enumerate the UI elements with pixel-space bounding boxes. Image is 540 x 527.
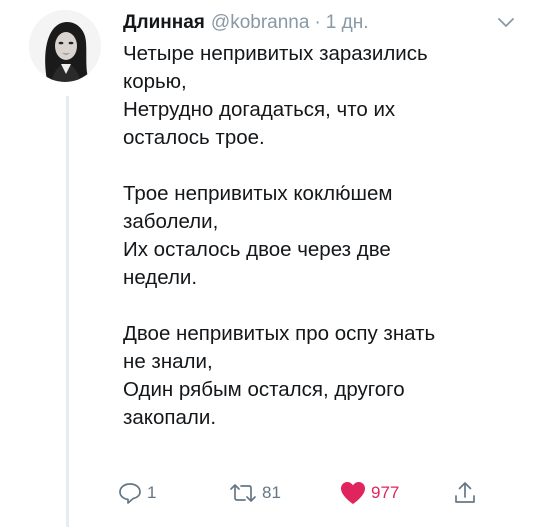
tweet-header: Длинная @kobranna · 1 дн. [123, 12, 368, 34]
retweet-count: 81 [262, 483, 281, 502]
avatar[interactable] [29, 10, 101, 82]
text-line: осталось трое. [123, 126, 265, 149]
thread-connector-line [66, 96, 69, 527]
text-line: Четыре непривитых заразились [123, 42, 428, 65]
text-line: не знали, [123, 350, 213, 373]
user-handle[interactable]: @kobranna [211, 12, 310, 34]
avatar-photo-icon [29, 10, 101, 82]
reply-count: 1 [147, 483, 157, 502]
timestamp[interactable]: 1 дн. [326, 12, 369, 34]
reply-button[interactable]: 1 [117, 478, 156, 508]
text-line: Трое непривитых коклю́шем [123, 182, 393, 205]
share-icon [455, 482, 475, 503]
chevron-down-icon [498, 18, 514, 27]
stanza-1: Четыре непривитых заразились корью, Нетр… [123, 40, 528, 152]
display-name[interactable]: Длинная [123, 12, 205, 34]
like-button[interactable]: 977 [339, 478, 399, 508]
stanza-3: Двое непривитых про оспу знать не знали,… [123, 320, 528, 432]
text-line: закопали. [123, 406, 217, 429]
stanza-2: Трое непривитых коклю́шем заболели, Их о… [123, 180, 528, 292]
like-count: 977 [371, 483, 400, 502]
tweet-menu-button[interactable] [497, 16, 515, 28]
text-line: Один рябым остался, другого [123, 378, 405, 401]
text-line: заболели, [123, 210, 219, 233]
tweet-actions: 1 81 977 [117, 478, 497, 508]
text-line: Двое непривитых про оспу знать [123, 322, 436, 345]
separator-dot: · [314, 12, 321, 33]
retweet-button[interactable]: 81 [228, 478, 281, 508]
retweet-icon [230, 484, 256, 502]
text-line: недели. [123, 266, 198, 289]
heart-icon [341, 482, 365, 504]
text-line: Их осталось двое через две [123, 238, 391, 261]
text-line: корью, [123, 70, 187, 93]
reply-icon [119, 483, 141, 504]
text-line: Нетрудно догадаться, что их [123, 98, 396, 121]
tweet-text: Четыре непривитых заразились корью, Нетр… [123, 40, 528, 460]
share-button[interactable] [452, 478, 478, 508]
